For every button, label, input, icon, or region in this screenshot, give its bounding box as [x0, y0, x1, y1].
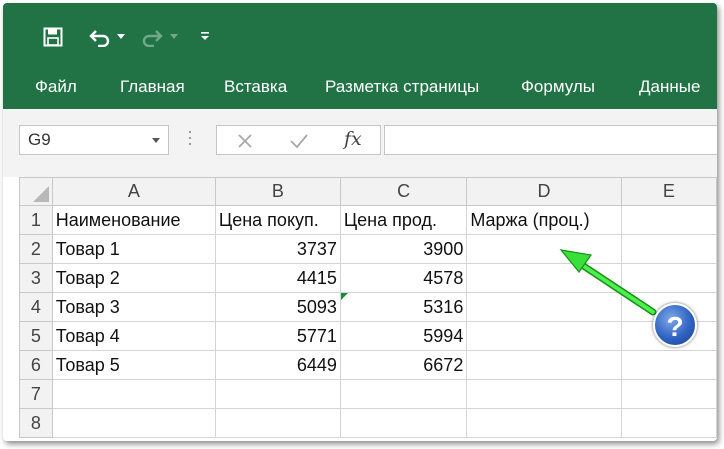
ribbon-tabs: Файл Главная Вставка Разметка страницы Ф… [3, 65, 717, 109]
row-header[interactable]: 8 [19, 408, 53, 438]
cell[interactable]: Товар 1 [51, 234, 216, 264]
cell[interactable]: Цена покуп. [214, 205, 341, 235]
cell[interactable] [620, 408, 717, 438]
table-row: 6 Товар 5 6449 6672 [19, 350, 717, 380]
column-header-d[interactable]: D [466, 177, 622, 206]
sheet-table: A B C D E 1 Наименование Цена покуп. Цен… [19, 177, 717, 438]
cell[interactable] [620, 234, 717, 264]
customize-qat-button[interactable] [198, 27, 212, 45]
cell[interactable] [51, 379, 216, 409]
cell[interactable]: 6449 [214, 350, 341, 380]
cell[interactable] [620, 350, 717, 380]
cell[interactable]: Маржа (проц.) [466, 205, 622, 235]
row-header[interactable]: 2 [19, 234, 53, 264]
select-all-icon [32, 186, 49, 202]
cell[interactable]: 5771 [214, 321, 341, 351]
tab-insert[interactable]: Вставка [224, 65, 287, 109]
column-header-b[interactable]: B [214, 177, 341, 206]
cancel-icon[interactable] [237, 133, 253, 149]
table-row: 2 Товар 1 3737 3900 [19, 234, 717, 264]
cell[interactable] [620, 321, 717, 351]
cell[interactable] [339, 379, 468, 409]
tab-data[interactable]: Данные [639, 65, 700, 109]
cell[interactable]: Наименование [51, 205, 216, 235]
cell-with-error-indicator[interactable]: 5316 [339, 292, 468, 322]
chevron-down-icon [117, 34, 125, 39]
column-header-e[interactable]: E [620, 177, 717, 206]
table-row: 4 Товар 3 5093 5316 [19, 292, 717, 322]
cell[interactable]: Товар 5 [51, 350, 216, 380]
table-row: 8 [19, 408, 717, 438]
cell[interactable]: 5994 [339, 321, 468, 351]
quick-access-toolbar [3, 3, 717, 65]
name-box[interactable]: G9 [19, 125, 169, 155]
cell[interactable] [620, 263, 717, 293]
formula-input[interactable] [384, 125, 717, 155]
error-indicator-icon [341, 293, 348, 300]
cell[interactable] [466, 408, 622, 438]
cell[interactable]: 6672 [339, 350, 468, 380]
table-row: 5 Товар 4 5771 5994 [19, 321, 717, 351]
row-header[interactable]: 7 [19, 379, 53, 409]
cell[interactable]: 3900 [339, 234, 468, 264]
cell[interactable] [620, 205, 717, 235]
formula-bar-resize-handle[interactable] [189, 131, 191, 149]
formula-bar-area: G9 fx [3, 109, 717, 177]
cell[interactable] [466, 379, 622, 409]
column-header-a[interactable]: A [51, 177, 216, 206]
cell[interactable]: 4578 [339, 263, 468, 293]
name-box-value: G9 [28, 130, 51, 149]
formula-bar-buttons: fx [216, 125, 381, 155]
table-row: 3 Товар 2 4415 4578 [19, 263, 717, 293]
undo-dropdown[interactable] [116, 29, 126, 45]
spreadsheet-grid: A B C D E 1 Наименование Цена покуп. Цен… [3, 177, 717, 441]
save-button[interactable] [41, 25, 65, 49]
cell[interactable]: 3737 [214, 234, 341, 264]
cell[interactable]: 5093 [214, 292, 341, 322]
column-header-c[interactable]: C [339, 177, 468, 206]
cell[interactable]: Товар 3 [51, 292, 216, 322]
tab-file[interactable]: Файл [35, 65, 77, 109]
table-row: 7 [19, 379, 717, 409]
cell[interactable] [466, 292, 622, 322]
cell[interactable] [466, 263, 622, 293]
cell[interactable] [620, 292, 717, 322]
undo-icon [89, 30, 110, 47]
table-row: 1 Наименование Цена покуп. Цена прод. Ма… [19, 205, 717, 235]
tab-formulas[interactable]: Формулы [521, 65, 595, 109]
redo-dropdown[interactable] [169, 29, 179, 45]
column-header-row: A B C D E [19, 177, 717, 206]
row-header[interactable]: 5 [19, 321, 53, 351]
chevron-down-icon[interactable] [152, 138, 160, 143]
undo-button[interactable] [87, 25, 113, 49]
tab-page-layout[interactable]: Разметка страницы [325, 65, 479, 109]
cell[interactable] [214, 379, 341, 409]
tab-home[interactable]: Главная [120, 65, 185, 109]
select-all-button[interactable] [19, 177, 53, 206]
cell[interactable] [620, 379, 717, 409]
excel-window: Файл Главная Вставка Разметка страницы Ф… [3, 3, 717, 441]
row-header[interactable]: 4 [19, 292, 53, 322]
chevron-down-icon [170, 34, 178, 39]
redo-icon [142, 30, 163, 47]
cell[interactable] [214, 408, 341, 438]
cell[interactable] [466, 234, 622, 264]
save-icon [43, 27, 63, 47]
row-header[interactable]: 6 [19, 350, 53, 380]
cell[interactable] [466, 350, 622, 380]
cell[interactable]: 4415 [214, 263, 341, 293]
row-header[interactable]: 1 [19, 205, 53, 235]
cell[interactable]: Цена прод. [339, 205, 468, 235]
check-icon[interactable] [289, 133, 309, 149]
customize-qat-icon [201, 32, 209, 40]
cell-value: 5316 [423, 296, 464, 317]
cell[interactable] [51, 408, 216, 438]
cell[interactable] [466, 321, 622, 351]
cell[interactable]: Товар 2 [51, 263, 216, 293]
insert-function-button[interactable]: fx [344, 128, 362, 150]
redo-button[interactable] [139, 25, 165, 49]
row-header[interactable]: 3 [19, 263, 53, 293]
cell[interactable]: Товар 4 [51, 321, 216, 351]
cell[interactable] [339, 408, 468, 438]
